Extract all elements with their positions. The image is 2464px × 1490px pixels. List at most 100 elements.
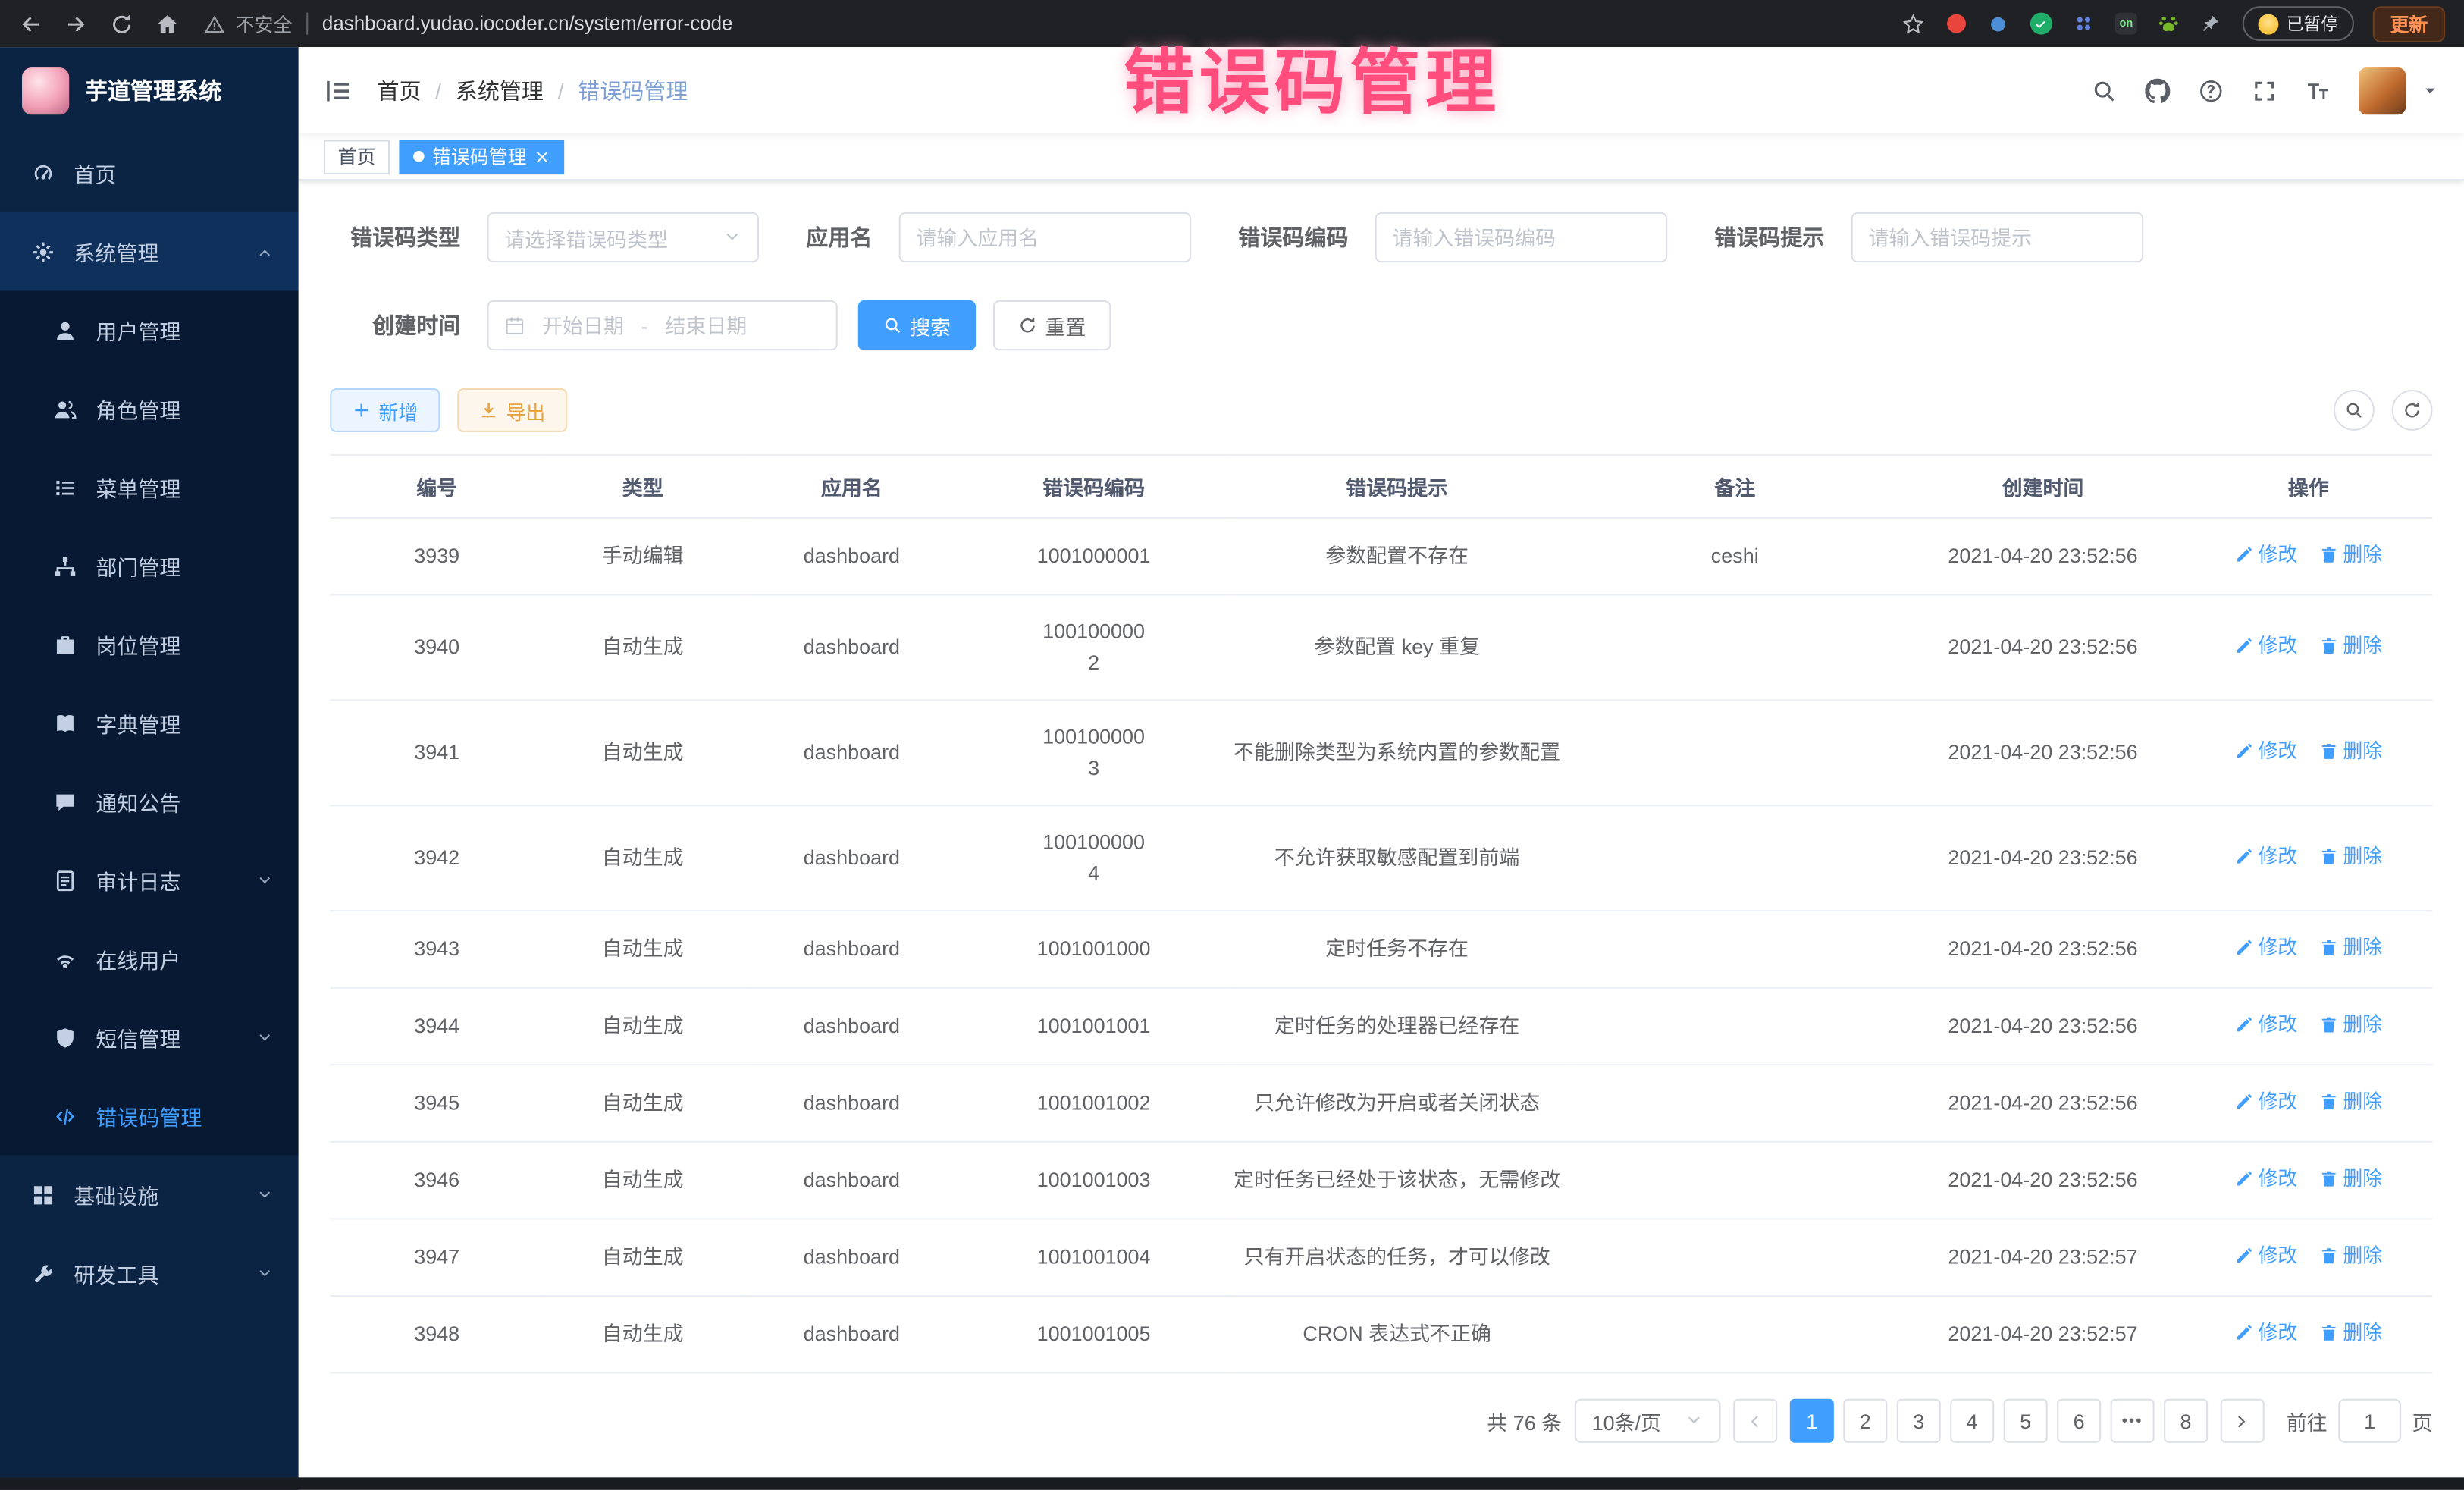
edit-link[interactable]: 修改	[2234, 736, 2297, 767]
tab-error-code-management[interactable]: 错误码管理	[399, 139, 564, 174]
sidebar-item-home[interactable]: 首页	[0, 133, 299, 212]
sidebar-item-role-management[interactable]: 角色管理	[0, 369, 299, 448]
user-avatar[interactable]	[2359, 67, 2406, 114]
vue-devtools-icon[interactable]	[2029, 13, 2054, 35]
browser-refresh-icon[interactable]	[110, 12, 133, 36]
code-icon	[53, 1104, 77, 1128]
page-button-2[interactable]: 2	[1843, 1399, 1887, 1443]
cell-create-time: 2021-04-20 23:52:56	[1901, 911, 2184, 988]
cell-remark	[1569, 595, 1901, 701]
refresh-icon	[2403, 401, 2422, 420]
edit-link[interactable]: 修改	[2234, 539, 2297, 570]
fullscreen-icon[interactable]	[2252, 78, 2277, 103]
edit-link[interactable]: 修改	[2234, 932, 2297, 963]
address-bar[interactable]: 不安全 dashboard.yudao.iocoder.cn/system/er…	[204, 10, 1901, 36]
browser-forward-icon[interactable]	[64, 12, 88, 36]
sidebar-item-post-management[interactable]: 岗位管理	[0, 605, 299, 684]
goto-page-input[interactable]	[2338, 1399, 2401, 1443]
cell-create-time: 2021-04-20 23:52:57	[1901, 1219, 2184, 1296]
page-button-4[interactable]: 4	[1950, 1399, 1994, 1443]
pin-icon[interactable]	[2199, 14, 2224, 34]
delete-link[interactable]: 删除	[2319, 1086, 2382, 1117]
arrow-right-icon	[2234, 1412, 2251, 1429]
export-button[interactable]: 导出	[457, 388, 567, 432]
breadcrumb-item[interactable]: 首页	[377, 74, 421, 105]
error-hint-input[interactable]	[1851, 212, 2144, 262]
on-badge-icon[interactable]: on	[2114, 13, 2139, 35]
bookmark-star-icon[interactable]	[1901, 12, 1925, 36]
question-icon[interactable]	[2199, 78, 2224, 103]
delete-link[interactable]: 删除	[2319, 630, 2382, 661]
sidebar-item-dict-management[interactable]: 字典管理	[0, 684, 299, 763]
blue-dot-icon[interactable]	[1986, 17, 2011, 31]
sidebar-item-audit-log[interactable]: 审计日志	[0, 841, 299, 920]
sidebar-item-infrastructure[interactable]: 基础设施	[0, 1155, 299, 1234]
sidebar-item-dev-tools[interactable]: 研发工具	[0, 1234, 299, 1313]
app-name-input[interactable]	[899, 212, 1192, 262]
refresh-table-button[interactable]	[2392, 390, 2433, 431]
error-code-input[interactable]	[1375, 212, 1668, 262]
sidebar-item-dept-management[interactable]: 部门管理	[0, 526, 299, 605]
tab-home[interactable]: 首页	[324, 139, 390, 174]
sidebar-item-user-management[interactable]: 用户管理	[0, 290, 299, 369]
search-button[interactable]: 搜索	[858, 300, 976, 350]
cell-actions: 修改删除	[2184, 805, 2432, 911]
edit-link[interactable]: 修改	[2234, 1009, 2297, 1040]
page-button-1[interactable]: 1	[1790, 1399, 1834, 1443]
cell-remark	[1569, 988, 1901, 1065]
edit-link[interactable]: 修改	[2234, 1317, 2297, 1348]
page-button-8[interactable]: 8	[2164, 1399, 2208, 1443]
caret-down-icon[interactable]	[2422, 82, 2439, 99]
sidebar-item-system-management[interactable]: 系统管理	[0, 212, 299, 291]
add-button[interactable]: 新增	[330, 388, 440, 432]
github-icon[interactable]	[2145, 78, 2170, 103]
date-range-picker[interactable]: -	[487, 300, 838, 350]
delete-link[interactable]: 删除	[2319, 1009, 2382, 1040]
sidebar-item-menu-management[interactable]: 菜单管理	[0, 448, 299, 527]
browser-update-button[interactable]: 更新	[2373, 5, 2445, 42]
grid-dots-icon[interactable]	[2071, 13, 2096, 35]
sidebar-item-notice[interactable]: 通知公告	[0, 762, 299, 841]
breadcrumb-item[interactable]: 系统管理	[456, 74, 544, 105]
delete-link[interactable]: 删除	[2319, 841, 2382, 872]
paw-icon[interactable]	[2156, 13, 2181, 35]
delete-link[interactable]: 删除	[2319, 932, 2382, 963]
record-icon[interactable]	[1944, 14, 1969, 33]
fontsize-icon[interactable]	[2306, 78, 2331, 103]
logo[interactable]: 芋道管理系统	[0, 47, 299, 133]
delete-link[interactable]: 删除	[2319, 736, 2382, 767]
page-ellipsis[interactable]: •••	[2111, 1399, 2155, 1443]
column-header: 编号	[330, 455, 544, 518]
delete-link[interactable]: 删除	[2319, 1163, 2382, 1194]
sidebar-item-online-users[interactable]: 在线用户	[0, 920, 299, 999]
goto-suffix: 页	[2412, 1406, 2433, 1435]
end-date-input[interactable]	[657, 314, 755, 337]
sidebar-item-error-code-management[interactable]: 错误码管理	[0, 1077, 299, 1156]
delete-link[interactable]: 删除	[2319, 1240, 2382, 1271]
edit-link[interactable]: 修改	[2234, 841, 2297, 872]
edit-link[interactable]: 修改	[2234, 1163, 2297, 1194]
sidebar-item-label: 首页	[74, 157, 116, 188]
sidebar-item-sms-management[interactable]: 短信管理	[0, 998, 299, 1077]
page-button-6[interactable]: 6	[2057, 1399, 2101, 1443]
page-button-3[interactable]: 3	[1897, 1399, 1941, 1443]
profile-chip[interactable]: 已暂停	[2243, 6, 2354, 41]
sidebar-toggle-icon[interactable]	[324, 77, 352, 105]
browser-home-icon[interactable]	[155, 12, 179, 36]
next-page-button[interactable]	[2221, 1399, 2265, 1443]
prev-page-button[interactable]	[1733, 1399, 1777, 1443]
reset-button[interactable]: 重置	[993, 300, 1111, 350]
delete-icon	[2319, 938, 2338, 957]
start-date-input[interactable]	[534, 314, 632, 337]
error-type-select[interactable]: 请选择错误码类型	[487, 212, 760, 262]
toggle-search-button[interactable]	[2334, 390, 2375, 431]
edit-link[interactable]: 修改	[2234, 1086, 2297, 1117]
delete-link[interactable]: 删除	[2319, 1317, 2382, 1348]
page-size-select[interactable]: 10条/页	[1575, 1399, 1721, 1443]
search-icon[interactable]	[2092, 78, 2117, 103]
page-button-5[interactable]: 5	[2004, 1399, 2048, 1443]
edit-link[interactable]: 修改	[2234, 630, 2297, 661]
browser-back-icon[interactable]	[19, 12, 42, 36]
delete-link[interactable]: 删除	[2319, 539, 2382, 570]
edit-link[interactable]: 修改	[2234, 1240, 2297, 1271]
